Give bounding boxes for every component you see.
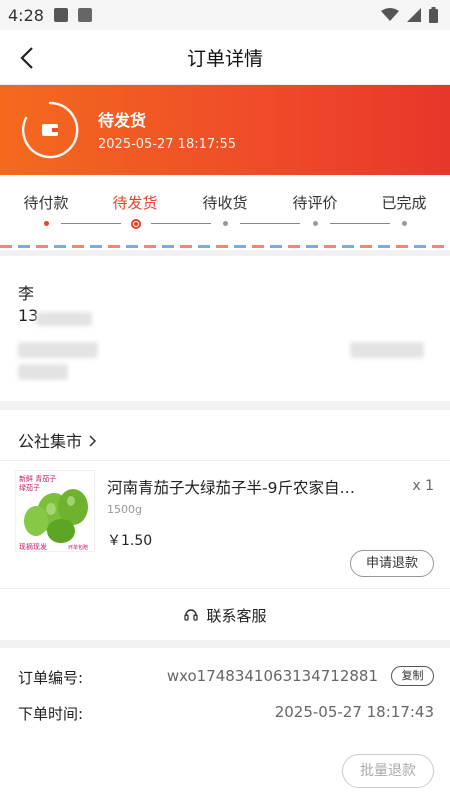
step-pending-receipt: 待收货 (202, 194, 248, 212)
wifi-icon (381, 8, 399, 21)
product-spec: 1500g (107, 503, 142, 516)
nav-bar: 订单详情 (0, 30, 450, 85)
contact-service-label: 联系客服 (206, 606, 267, 625)
redacted-address-1 (18, 342, 98, 358)
page-title: 订单详情 (186, 47, 263, 70)
product-quantity: x 1 (412, 478, 434, 494)
copy-order-number-button[interactable]: 复制 (391, 666, 434, 686)
order-status-banner: 待发货 2025-05-27 18:17:55 (0, 85, 450, 175)
order-progress-steps: 待付款 待发货 待收货 待评价 已完成 (0, 175, 450, 250)
battery-icon (429, 7, 438, 23)
headset-icon (184, 609, 199, 621)
order-info-card: 订单编号: wxo1748341063134712881 复制 下单时间: 20… (0, 648, 450, 800)
apply-refund-button[interactable]: 申请退款 (350, 550, 434, 577)
product-price: ￥1.50 (107, 533, 153, 549)
step-line-2 (151, 223, 211, 224)
step-line-3 (240, 223, 300, 224)
image-notification-icon (53, 8, 68, 22)
redacted-address-3 (18, 364, 68, 380)
divider (0, 588, 450, 589)
product-image-text-1: 新鲜 青茄子 (19, 474, 56, 483)
step-pending-shipment: 待发货 (112, 194, 158, 212)
redacted-phone (36, 312, 92, 326)
step-line-1 (61, 223, 121, 224)
recipient-name: 李 (18, 284, 35, 303)
step-pending-review: 待评价 (292, 194, 338, 212)
step-dot-3 (223, 221, 228, 226)
step-dot-5 (402, 221, 407, 226)
product-name[interactable]: 河南青茄子大绿茄子半-9斤农家自… (107, 476, 377, 498)
step-line-4 (330, 223, 390, 224)
order-time-value: 2025-05-27 18:17:43 (274, 703, 434, 721)
chevron-right-icon (89, 435, 97, 447)
step-dot-2 (131, 219, 141, 229)
order-status-text: 待发货 (98, 111, 147, 130)
shop-order-card: 公社集市 新鲜 青茄子 绿茄子 现摘现发 坏单包赔 河南青茄子大绿茄子半-9斤农… (0, 410, 450, 640)
divider (0, 460, 450, 461)
signal-icon (407, 8, 421, 22)
airmail-divider (0, 245, 450, 248)
status-bar: 4:28 (0, 0, 450, 30)
product-image[interactable]: 新鲜 青茄子 绿茄子 现摘现发 坏单包赔 (15, 470, 95, 552)
shop-name-link[interactable]: 公社集市 (18, 428, 97, 452)
shop-name: 公社集市 (18, 432, 83, 451)
status-time: 4:28 (8, 5, 44, 25)
app-notification-icon (77, 8, 92, 22)
product-image-text-3: 现摘现发 (19, 542, 47, 551)
bulk-refund-button[interactable]: 批量退款 (342, 754, 434, 788)
order-number-label: 订单编号: (18, 669, 84, 687)
product-image-text-4: 坏单包赔 (68, 544, 88, 551)
order-number-value: wxo1748341063134712881 (166, 667, 378, 685)
order-status-time: 2025-05-27 18:17:55 (98, 137, 237, 152)
step-pending-payment: 待付款 (23, 194, 69, 212)
redacted-address-2 (350, 342, 424, 358)
step-dot-4 (313, 221, 318, 226)
shipping-address-card: 李 13 (0, 256, 450, 401)
wallet-status-icon (21, 101, 79, 159)
order-time-label: 下单时间: (18, 705, 84, 723)
contact-service-button[interactable]: 联系客服 (0, 590, 450, 640)
step-dot-1 (44, 221, 49, 226)
product-image-text-2: 绿茄子 (19, 483, 40, 492)
back-arrow-icon[interactable] (14, 44, 42, 72)
step-completed: 已完成 (381, 194, 427, 212)
